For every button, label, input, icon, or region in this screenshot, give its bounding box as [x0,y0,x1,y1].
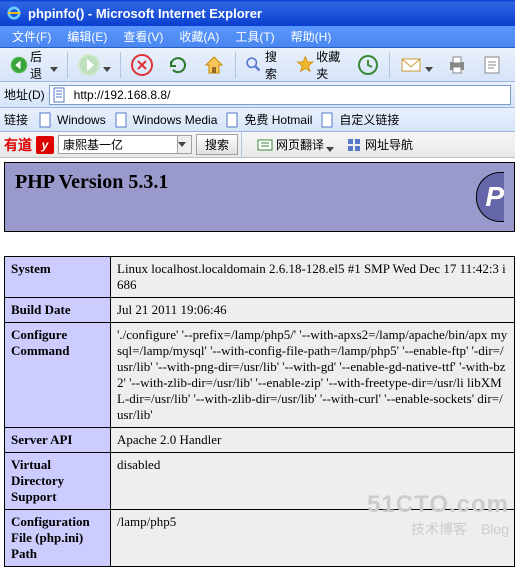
favorites-label: 收藏夹 [316,48,344,82]
cell-key: Build Date [5,298,111,323]
print-button[interactable] [441,51,473,79]
page-content: PHP Version 5.3.1 P SystemLinux localhos… [0,158,515,567]
menu-tools[interactable]: 工具(T) [227,26,282,47]
page-icon [114,112,130,128]
link-text: 免费 Hotmail [244,111,312,128]
link-hotmail[interactable]: 免费 Hotmail [225,111,312,128]
menu-fav[interactable]: 收藏(A) [171,26,227,47]
php-version-title: PHP Version 5.3.1 [15,171,476,194]
separator [120,52,121,78]
forward-button[interactable] [73,51,115,79]
history-icon [356,53,380,77]
separator [235,52,236,78]
links-label: 链接 [4,111,28,128]
favorites-button[interactable]: 收藏夹 [292,46,349,84]
stop-button[interactable] [126,51,158,79]
search-icon [244,53,263,77]
link-text: 自定义链接 [339,111,399,128]
mail-icon [399,53,423,77]
search-button[interactable]: 搜索 [240,46,287,84]
cell-key: Virtual Directory Support [5,453,111,510]
back-button[interactable]: 后退 [6,46,62,84]
cell-val: /lamp/php5 [111,510,515,567]
stop-icon [130,53,154,77]
youdao-nav[interactable]: 网址导航 [346,136,413,153]
table-row: Build DateJul 21 2011 19:06:46 [5,298,515,323]
youdao-y-icon: y [36,136,54,154]
home-button[interactable] [198,51,230,79]
window-titlebar: phpinfo() - Microsoft Internet Explorer [0,0,515,26]
edit-icon [481,53,505,77]
page-icon [38,112,54,128]
table-row: SystemLinux localhost.localdomain 2.6.18… [5,257,515,298]
cell-val: Linux localhost.localdomain 2.6.18-128.e… [111,257,515,298]
table-row: Virtual Directory Supportdisabled [5,453,515,510]
phpinfo-table: SystemLinux localhost.localdomain 2.6.18… [4,256,515,567]
phpinfo-header: PHP Version 5.3.1 P [4,162,515,232]
print-icon [445,53,469,77]
separator [67,52,68,78]
cell-val: disabled [111,453,515,510]
translate-icon [257,137,273,153]
cell-key: Server API [5,428,111,453]
chevron-down-icon [326,141,334,149]
chevron-down-icon [50,61,58,69]
window-title: phpinfo() - Microsoft Internet Explorer [28,6,262,21]
link-custom[interactable]: 自定义链接 [320,111,399,128]
edit-button[interactable] [477,51,509,79]
link-text: Windows [57,113,106,127]
page-icon [52,87,68,103]
youdao-nav-label: 网址导航 [365,136,413,153]
youdao-logo: 有道 [4,135,32,155]
link-windows[interactable]: Windows [38,112,106,128]
home-icon [202,53,226,77]
refresh-icon [166,53,190,77]
link-text: Windows Media [133,113,218,127]
mail-button[interactable] [395,51,437,79]
cell-key: System [5,257,111,298]
menu-help[interactable]: 帮助(H) [283,26,340,47]
cell-key: Configuration File (php.ini) Path [5,510,111,567]
youdao-dropdown[interactable] [178,135,192,154]
address-bar: 地址(D) [0,82,515,108]
link-windows-media[interactable]: Windows Media [114,112,218,128]
back-icon [10,53,28,77]
back-label: 后退 [30,48,48,82]
links-bar: 链接 Windows Windows Media 免费 Hotmail 自定义链… [0,108,515,132]
separator [389,52,390,78]
cell-val: Jul 21 2011 19:06:46 [111,298,515,323]
ie-icon [6,5,22,21]
address-input-wrap[interactable] [49,85,511,105]
cell-key: Configure Command [5,323,111,428]
search-label: 搜索 [265,48,284,82]
menu-edit[interactable]: 编辑(E) [59,26,115,47]
youdao-translate-label: 网页翻译 [276,136,324,153]
youdao-translate[interactable]: 网页翻译 [257,136,334,153]
youdao-search-input[interactable] [58,135,178,154]
chevron-down-icon [425,61,433,69]
youdao-bar: 有道 y 搜索 网页翻译 网址导航 [0,132,515,158]
table-row: Server APIApache 2.0 Handler [5,428,515,453]
table-row: Configuration File (php.ini) Path/lamp/p… [5,510,515,567]
menu-file[interactable]: 文件(F) [4,26,59,47]
cell-val: './configure' '--prefix=/lamp/php5/' '--… [111,323,515,428]
address-label: 地址(D) [4,86,45,103]
url-input[interactable] [72,87,508,103]
page-icon [320,112,336,128]
grid-icon [346,137,362,153]
php-logo: P [476,172,504,222]
navigation-toolbar: 后退 搜索 收藏夹 [0,48,515,82]
separator [241,132,242,158]
refresh-button[interactable] [162,51,194,79]
history-button[interactable] [352,51,384,79]
chevron-down-icon [103,61,111,69]
cell-val: Apache 2.0 Handler [111,428,515,453]
table-row: Configure Command'./configure' '--prefix… [5,323,515,428]
forward-icon [77,53,101,77]
youdao-search-button[interactable]: 搜索 [196,134,238,155]
page-icon [225,112,241,128]
menu-view[interactable]: 查看(V) [115,26,171,47]
star-icon [296,53,315,77]
chevron-down-icon [178,142,186,147]
